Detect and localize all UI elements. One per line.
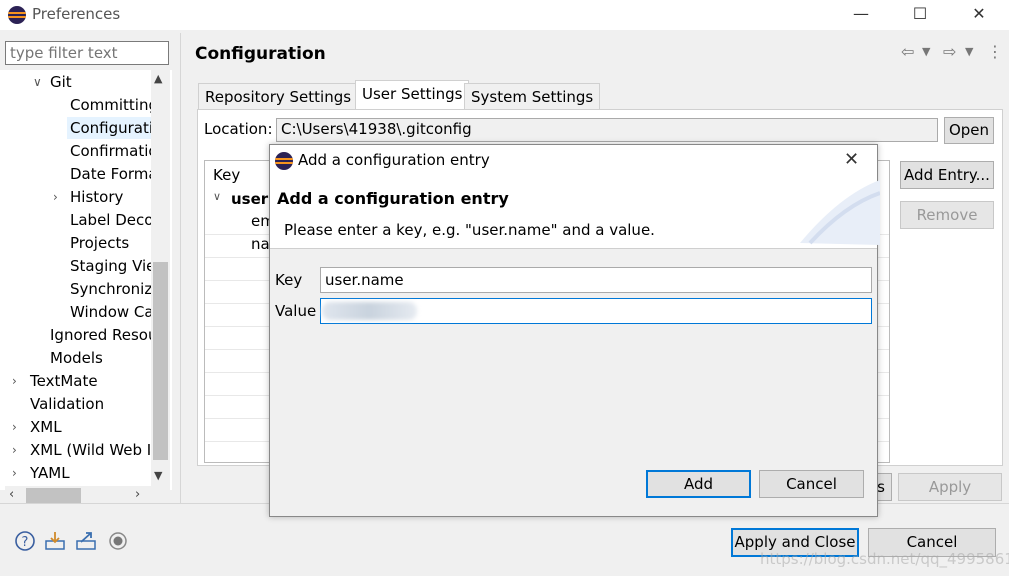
forward-menu-icon[interactable]: ▼ xyxy=(965,45,973,58)
filter-input[interactable] xyxy=(5,41,169,65)
dialog-add-button[interactable]: Add xyxy=(646,470,751,498)
dialog-description: Please enter a key, e.g. "user.name" and… xyxy=(284,221,655,239)
window-title: Preferences xyxy=(32,5,121,23)
key-label: Key xyxy=(275,271,303,289)
tree-item-textmate[interactable]: TextMate xyxy=(30,370,98,392)
tab-user-settings[interactable]: User Settings xyxy=(355,80,470,111)
location-field: C:\Users\41938\.gitconfig xyxy=(276,118,938,142)
tree-item-label-decorations[interactable]: Label Deco xyxy=(70,209,153,231)
table-row-user[interactable]: user xyxy=(231,190,268,208)
tree-item-ignored-resources[interactable]: Ignored Resou xyxy=(50,324,157,346)
dialog-close-icon[interactable]: ✕ xyxy=(844,149,859,170)
tree-item-confirmations[interactable]: Confirmatio xyxy=(70,140,158,162)
open-button[interactable]: Open xyxy=(944,117,994,144)
chevron-down-icon[interactable]: ∨ xyxy=(213,190,221,203)
import-icon[interactable] xyxy=(44,530,66,552)
add-entry-button[interactable]: Add Entry... xyxy=(900,161,994,189)
tree-horizontal-scroll-thumb[interactable] xyxy=(26,488,81,503)
scroll-right-icon[interactable]: › xyxy=(135,487,140,502)
dialog-divider xyxy=(270,248,877,249)
minimize-button[interactable]: — xyxy=(838,0,884,30)
record-icon[interactable] xyxy=(107,530,129,552)
tree-item-history[interactable]: History xyxy=(70,186,123,208)
scroll-down-icon[interactable]: ▼ xyxy=(154,469,162,482)
panel-divider xyxy=(180,33,181,503)
eclipse-logo-icon xyxy=(8,6,26,24)
add-entry-dialog: Add a configuration entry ✕ Add a config… xyxy=(269,144,880,517)
table-header-key: Key xyxy=(213,166,241,184)
redacted-value-overlay xyxy=(322,302,417,320)
tree-vertical-scroll-thumb[interactable] xyxy=(153,262,168,460)
watermark: https://blog.csdn.net/qq_49958617 xyxy=(760,550,1009,568)
tree-item-staging-view[interactable]: Staging Vie xyxy=(70,255,155,277)
more-options-icon[interactable]: ⋮ xyxy=(987,42,1003,61)
back-arrow-icon[interactable]: ⇦ xyxy=(901,42,914,61)
chevron-right-icon[interactable]: › xyxy=(12,443,17,457)
forward-arrow-icon[interactable]: ⇨ xyxy=(943,42,956,61)
svg-text:?: ? xyxy=(22,535,29,550)
chevron-right-icon[interactable]: › xyxy=(12,466,17,480)
tree-item-configuration[interactable]: Configurati xyxy=(67,117,153,139)
dialog-title: Add a configuration entry xyxy=(298,151,490,169)
tree-item-committing[interactable]: Committing xyxy=(70,94,158,116)
table-row-label: na xyxy=(251,235,270,253)
tab-repository-settings[interactable]: Repository Settings xyxy=(198,83,359,110)
scroll-left-icon[interactable]: ‹ xyxy=(9,487,14,502)
tab-system-settings[interactable]: System Settings xyxy=(464,83,601,110)
dialog-cancel-button[interactable]: Cancel xyxy=(759,470,864,498)
chevron-right-icon[interactable]: › xyxy=(12,420,17,434)
close-button[interactable]: ✕ xyxy=(956,0,1002,30)
remove-button[interactable]: Remove xyxy=(900,201,994,229)
tree-item-yaml[interactable]: YAML xyxy=(30,462,70,484)
eclipse-logo-icon xyxy=(275,152,293,170)
tree-item-date-format[interactable]: Date Forma xyxy=(70,163,158,185)
help-icon[interactable]: ? xyxy=(14,530,36,552)
key-field[interactable] xyxy=(320,267,872,293)
back-menu-icon[interactable]: ▼ xyxy=(922,45,930,58)
tree-item-projects[interactable]: Projects xyxy=(70,232,129,254)
preferences-tree: ∨ Git Committing Configurati Confirmatio… xyxy=(0,70,172,490)
chevron-right-icon[interactable]: › xyxy=(53,190,58,204)
tree-item-git[interactable]: Git xyxy=(50,71,72,93)
tree-item-xml-wildweb[interactable]: XML (Wild Web I xyxy=(30,439,151,461)
chevron-down-icon[interactable]: ∨ xyxy=(33,75,42,89)
tree-item-synchronize[interactable]: Synchroniz xyxy=(70,278,152,300)
page-title: Configuration xyxy=(195,44,326,64)
location-label: Location: xyxy=(204,120,273,138)
dialog-heading: Add a configuration entry xyxy=(277,189,509,208)
tree-item-validation[interactable]: Validation xyxy=(30,393,104,415)
scroll-up-icon[interactable]: ▲ xyxy=(154,72,162,85)
value-label: Value xyxy=(275,302,317,320)
banner-decoration-icon xyxy=(800,180,880,245)
maximize-button[interactable]: ☐ xyxy=(897,0,943,30)
apply-button[interactable]: Apply xyxy=(898,473,1002,501)
tree-item-window-cache[interactable]: Window Ca xyxy=(70,301,154,323)
tree-item-xml[interactable]: XML xyxy=(30,416,62,438)
export-icon[interactable] xyxy=(75,530,97,552)
chevron-right-icon[interactable]: › xyxy=(12,374,17,388)
tree-item-models[interactable]: Models xyxy=(50,347,103,369)
